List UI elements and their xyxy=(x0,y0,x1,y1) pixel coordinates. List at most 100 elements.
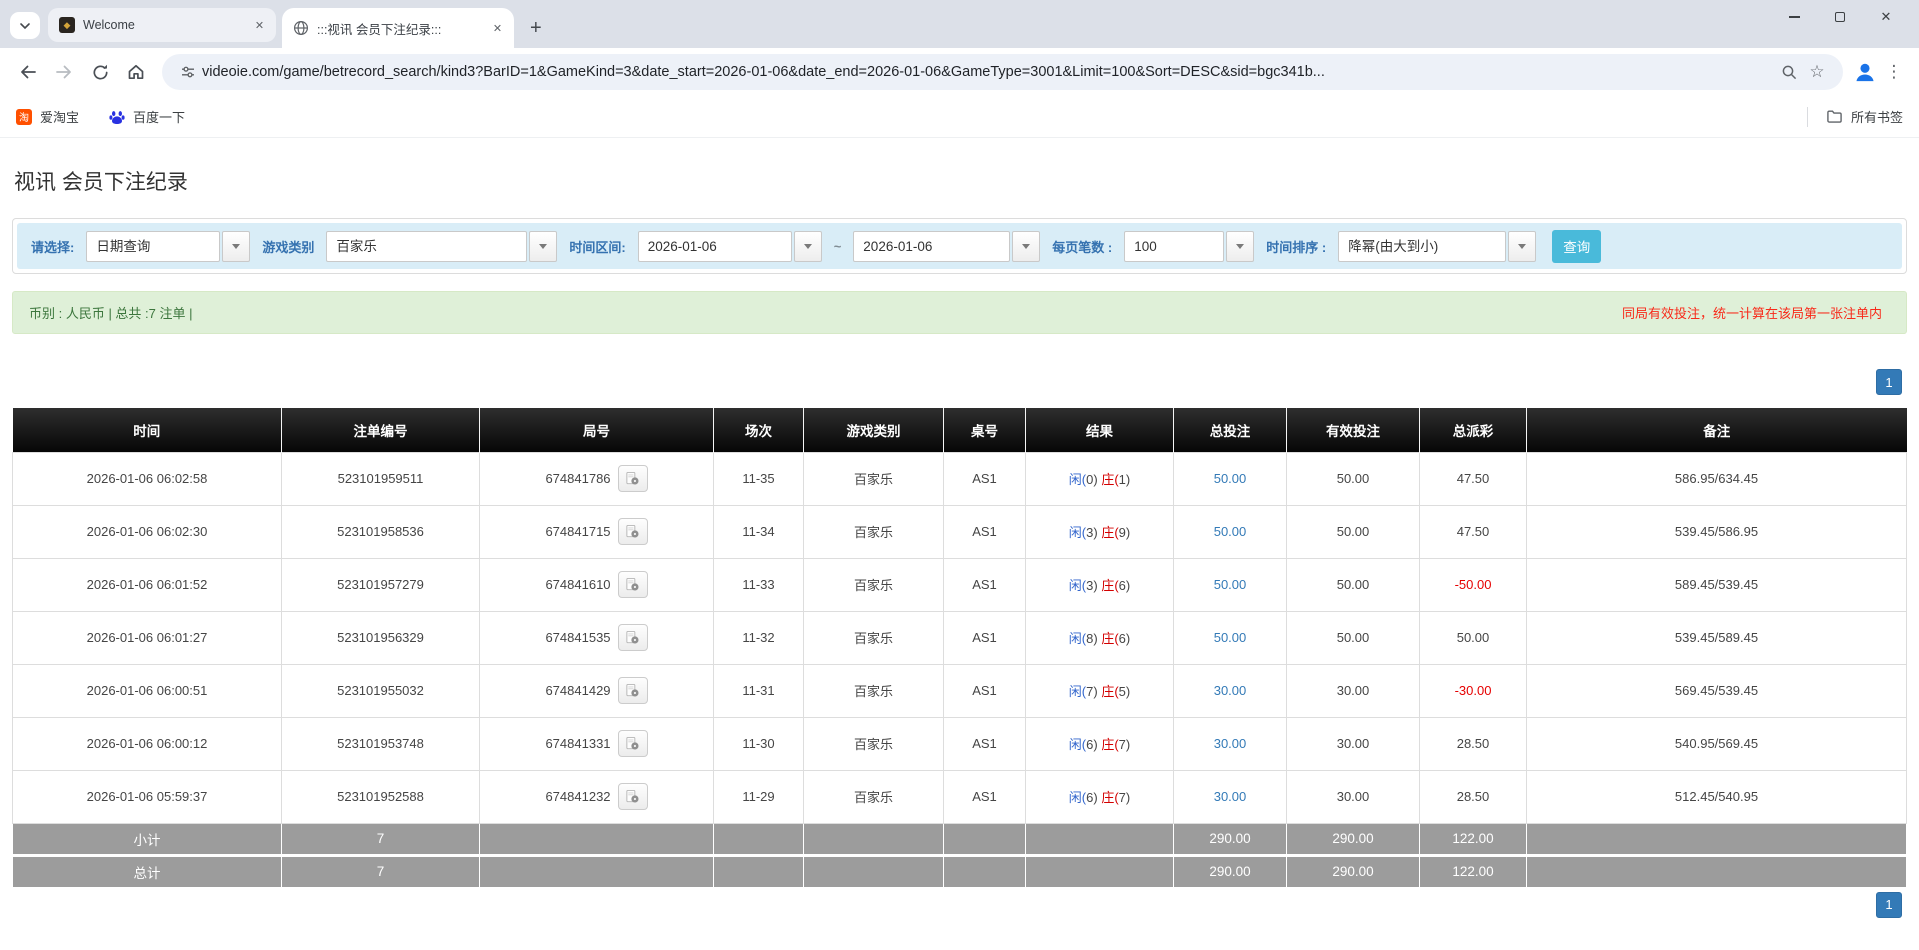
new-tab-button[interactable]: + xyxy=(520,17,552,48)
bet-records-table: 时间注单编号局号场次游戏类别桌号结果总投注有效投注总派彩备注 2026-01-0… xyxy=(12,408,1907,888)
filter-label-game-kind: 游戏类别 xyxy=(262,237,314,256)
cell-round: 674841331 xyxy=(480,717,714,770)
tab-search-button[interactable] xyxy=(10,12,40,39)
video-replay-button[interactable] xyxy=(618,518,648,545)
cell-round: 674841429 xyxy=(480,664,714,717)
video-replay-button[interactable] xyxy=(618,624,648,651)
chevron-down-icon[interactable] xyxy=(529,231,557,262)
cell-total-bet[interactable]: 50.00 xyxy=(1174,452,1287,505)
total-bet-link[interactable]: 30.00 xyxy=(1214,789,1247,804)
cell-total-bet[interactable]: 50.00 xyxy=(1174,611,1287,664)
cell-payout: -30.00 xyxy=(1420,664,1527,717)
cell-payout: 47.50 xyxy=(1420,505,1527,558)
tab-welcome[interactable]: ◆ Welcome ✕ xyxy=(48,8,276,42)
chevron-down-icon[interactable] xyxy=(1012,231,1040,262)
cell-result: 闲(6) 庄(7) xyxy=(1026,717,1174,770)
video-replay-button[interactable] xyxy=(618,571,648,598)
minimize-button[interactable] xyxy=(1771,0,1817,34)
total-bet-link[interactable]: 30.00 xyxy=(1214,683,1247,698)
cell-total-bet[interactable]: 50.00 xyxy=(1174,558,1287,611)
bookmark-taobao[interactable]: 淘 爱淘宝 xyxy=(16,107,79,126)
cell-session: 11-29 xyxy=(714,770,804,823)
page-size-select[interactable]: 100 xyxy=(1124,231,1254,262)
video-replay-button[interactable] xyxy=(618,677,648,704)
cell-time: 2026-01-06 06:00:51 xyxy=(13,664,282,717)
payout-value: 47.50 xyxy=(1457,524,1490,539)
sum-table xyxy=(944,823,1026,855)
cell-game-kind: 百家乐 xyxy=(804,611,944,664)
address-bar[interactable]: videoie.com/game/betrecord_search/kind3?… xyxy=(162,54,1843,90)
taobao-icon: 淘 xyxy=(16,109,32,125)
all-bookmarks-button[interactable]: 所有书签 xyxy=(1826,107,1903,126)
chevron-down-icon[interactable] xyxy=(1226,231,1254,262)
cell-session: 11-33 xyxy=(714,558,804,611)
cell-bet-id: 523101952588 xyxy=(282,770,480,823)
page-number-button[interactable]: 1 xyxy=(1876,369,1902,395)
profile-avatar[interactable] xyxy=(1851,58,1879,86)
tab-close-icon[interactable]: ✕ xyxy=(489,20,506,37)
forward-button[interactable] xyxy=(46,54,82,90)
video-replay-button[interactable] xyxy=(618,465,648,492)
video-replay-button[interactable] xyxy=(618,730,648,757)
video-replay-button[interactable] xyxy=(618,783,648,810)
result-player: 闲(7) xyxy=(1069,681,1098,700)
reload-button[interactable] xyxy=(82,54,118,90)
sort-order-select[interactable]: 降幂(由大到小) xyxy=(1338,231,1536,262)
query-type-select[interactable]: 日期查询 xyxy=(86,231,250,262)
round-number: 674841715 xyxy=(545,524,610,539)
date-start-select[interactable]: 2026-01-06 xyxy=(638,231,822,262)
total-bet-link[interactable]: 50.00 xyxy=(1214,630,1247,645)
tab-close-icon[interactable]: ✕ xyxy=(251,17,268,34)
cell-bet-id: 523101953748 xyxy=(282,717,480,770)
zoom-icon[interactable] xyxy=(1775,58,1803,86)
page-title: 视讯 会员下注纪录 xyxy=(14,166,1907,196)
cell-bet-id: 523101957279 xyxy=(282,558,480,611)
bookmark-star-icon[interactable]: ☆ xyxy=(1803,58,1831,86)
date-start-value: 2026-01-06 xyxy=(638,231,792,262)
bookmark-label: 百度一下 xyxy=(133,107,185,126)
folder-icon xyxy=(1826,108,1843,125)
chevron-down-icon[interactable] xyxy=(794,231,822,262)
browser-menu-button[interactable]: ⋮ xyxy=(1879,62,1909,82)
cell-valid-bet: 50.00 xyxy=(1287,558,1420,611)
maximize-button[interactable] xyxy=(1817,0,1863,34)
table-row: 2026-01-06 06:00:12523101953748674841331… xyxy=(13,717,1907,770)
cell-valid-bet: 30.00 xyxy=(1287,717,1420,770)
cell-total-bet[interactable]: 50.00 xyxy=(1174,505,1287,558)
page-number-button[interactable]: 1 xyxy=(1876,892,1902,918)
cell-table-number: AS1 xyxy=(944,452,1026,505)
sum-payout: 122.00 xyxy=(1420,823,1527,855)
search-button[interactable]: 查询 xyxy=(1552,230,1601,263)
url-text[interactable]: videoie.com/game/betrecord_search/kind3?… xyxy=(202,64,1775,80)
bookmark-label: 爱淘宝 xyxy=(40,107,79,126)
cell-total-bet[interactable]: 30.00 xyxy=(1174,664,1287,717)
sum-game xyxy=(804,823,944,855)
cell-total-bet[interactable]: 30.00 xyxy=(1174,770,1287,823)
sum-result xyxy=(1026,855,1174,887)
sum-table xyxy=(944,855,1026,887)
date-range-tilde: ~ xyxy=(834,239,842,254)
site-settings-icon[interactable] xyxy=(174,58,202,86)
cell-bet-id: 523101956329 xyxy=(282,611,480,664)
chevron-down-icon[interactable] xyxy=(1508,231,1536,262)
total-bet-link[interactable]: 50.00 xyxy=(1214,524,1247,539)
tab-bet-records[interactable]: :::视讯 会员下注纪录::: ✕ xyxy=(282,8,514,48)
cell-session: 11-35 xyxy=(714,452,804,505)
bookmark-baidu[interactable]: 百度一下 xyxy=(109,107,185,126)
round-number: 674841429 xyxy=(545,683,610,698)
total-bet-link[interactable]: 50.00 xyxy=(1214,577,1247,592)
bookmarks-right: 所有书签 xyxy=(1807,107,1903,127)
window-controls: ✕ xyxy=(1771,0,1909,34)
cell-total-bet[interactable]: 30.00 xyxy=(1174,717,1287,770)
home-button[interactable] xyxy=(118,54,154,90)
total-bet-link[interactable]: 50.00 xyxy=(1214,471,1247,486)
payout-value: 28.50 xyxy=(1457,736,1490,751)
date-end-select[interactable]: 2026-01-06 xyxy=(853,231,1040,262)
chevron-down-icon[interactable] xyxy=(222,231,250,262)
cell-round: 674841232 xyxy=(480,770,714,823)
back-button[interactable] xyxy=(10,54,46,90)
game-kind-select[interactable]: 百家乐 xyxy=(326,231,557,262)
close-button[interactable]: ✕ xyxy=(1863,0,1909,34)
total-bet-link[interactable]: 30.00 xyxy=(1214,736,1247,751)
cell-round: 674841535 xyxy=(480,611,714,664)
